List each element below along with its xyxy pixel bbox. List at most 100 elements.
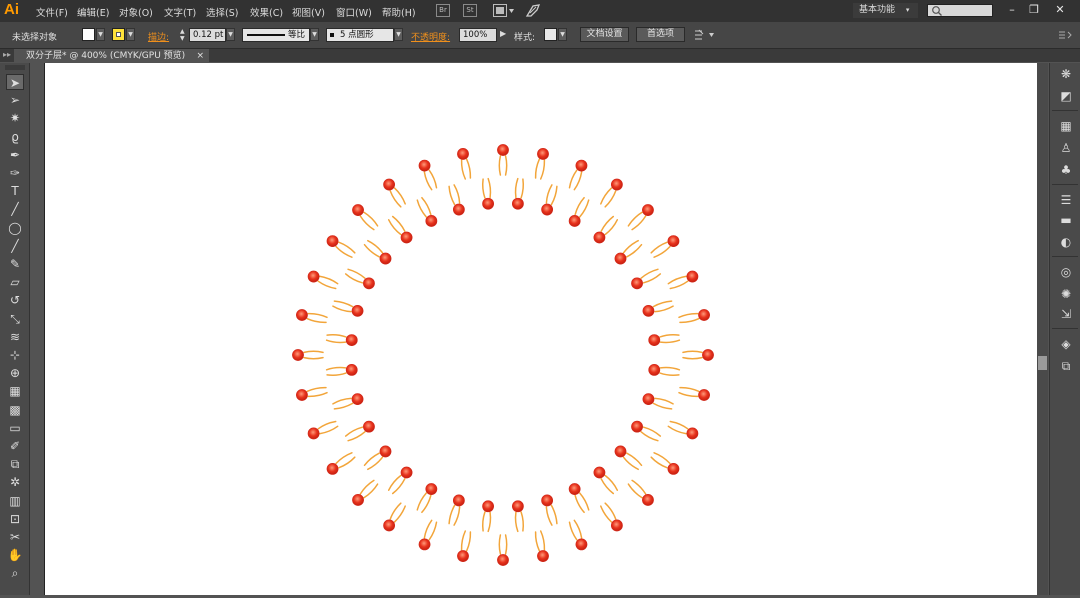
inner-lipid-head[interactable]: [648, 334, 661, 347]
symbol-sprayer-tool-icon[interactable]: ✲: [6, 474, 24, 490]
stroke-weight-field[interactable]: 0.12 pt: [189, 28, 226, 42]
outer-lipid-head[interactable]: [686, 427, 699, 440]
outer-lipid-head[interactable]: [326, 235, 339, 248]
inner-lipid-head[interactable]: [363, 420, 375, 433]
ellipse-tool-icon[interactable]: ◯: [6, 220, 24, 236]
outer-lipid-head[interactable]: [418, 159, 431, 172]
outer-lipid-head[interactable]: [292, 349, 304, 361]
outer-lipid-head[interactable]: [326, 462, 339, 475]
color-guide-icon[interactable]: ❋: [1057, 66, 1075, 82]
outer-lipid-head[interactable]: [610, 178, 623, 191]
close-tab-icon[interactable]: ×: [196, 49, 204, 63]
inner-lipid-head[interactable]: [541, 203, 554, 216]
free-transform-tool-icon[interactable]: ⊹: [6, 347, 24, 363]
menu-file[interactable]: 文件(F): [36, 5, 68, 19]
outer-lipid-head[interactable]: [537, 148, 549, 160]
outer-lipid-head[interactable]: [383, 178, 396, 191]
mesh-tool-icon[interactable]: ▩: [6, 402, 24, 418]
inner-lipid-head[interactable]: [648, 363, 661, 376]
line-tool-icon[interactable]: ╱: [6, 201, 24, 217]
inner-lipid-head[interactable]: [379, 252, 392, 265]
inner-lipid-head[interactable]: [452, 494, 465, 507]
brushes-icon[interactable]: ♙: [1057, 140, 1075, 156]
inner-lipid-head[interactable]: [568, 483, 581, 495]
appearance-icon[interactable]: ◎: [1057, 264, 1075, 280]
gradient-tool-icon[interactable]: ▭: [6, 420, 24, 436]
outer-lipid-head[interactable]: [296, 389, 308, 401]
menu-effect[interactable]: 效果(C): [250, 5, 283, 19]
blend-tool-icon[interactable]: ⧉: [6, 456, 24, 472]
outer-lipid-head[interactable]: [575, 538, 588, 551]
outer-lipid-head[interactable]: [457, 550, 469, 562]
layers-icon[interactable]: ◈: [1057, 336, 1075, 352]
gpu-performance-icon[interactable]: [525, 3, 541, 18]
search-input[interactable]: [927, 4, 993, 17]
zoom-tool-icon[interactable]: ⌕: [6, 565, 24, 581]
inner-lipid-head[interactable]: [631, 420, 643, 433]
inner-lipid-head[interactable]: [642, 393, 655, 406]
tools-grip[interactable]: [5, 65, 25, 70]
inner-lipid-head[interactable]: [541, 494, 554, 507]
outer-lipid-head[interactable]: [307, 270, 320, 283]
outer-lipid-head[interactable]: [383, 519, 396, 532]
brush-definition-field[interactable]: 5 点圆形: [326, 28, 394, 42]
outer-lipid-head[interactable]: [698, 389, 710, 401]
selection-tool-icon[interactable]: ➤: [6, 74, 24, 90]
outer-lipid-head[interactable]: [575, 159, 588, 172]
arrange-documents-icon[interactable]: [493, 4, 515, 17]
document-setup-button[interactable]: 文档设置: [580, 27, 629, 42]
inner-lipid-head[interactable]: [511, 197, 524, 210]
outer-lipid-head[interactable]: [667, 235, 680, 248]
inner-lipid-head[interactable]: [511, 500, 524, 513]
perspective-grid-tool-icon[interactable]: ▦: [6, 383, 24, 399]
inner-lipid-head[interactable]: [642, 304, 655, 317]
hand-tool-icon[interactable]: ✋: [6, 547, 24, 563]
artboards-icon[interactable]: ⧉: [1057, 358, 1075, 374]
brush-dropdown[interactable]: ▼: [394, 28, 403, 41]
outer-lipid-head[interactable]: [418, 538, 431, 551]
inner-lipid-head[interactable]: [400, 231, 413, 244]
minimize-button[interactable]: –: [1002, 2, 1022, 18]
inner-lipid-head[interactable]: [351, 393, 364, 406]
scrollbar-thumb[interactable]: [1038, 356, 1047, 370]
artboard-tool-icon[interactable]: ⊡: [6, 511, 24, 527]
color-icon[interactable]: ◩: [1057, 88, 1075, 104]
outer-lipid-head[interactable]: [307, 427, 320, 440]
lipid-bilayer-artwork[interactable]: [45, 63, 1038, 595]
stroke-label[interactable]: 描边:: [148, 30, 169, 43]
opacity-label[interactable]: 不透明度:: [411, 30, 450, 43]
inner-lipid-head[interactable]: [363, 277, 375, 290]
transparency-icon[interactable]: ◐: [1057, 234, 1075, 250]
inner-lipid-head[interactable]: [568, 215, 581, 227]
stock-icon[interactable]: St: [463, 4, 477, 17]
shape-builder-tool-icon[interactable]: ⊕: [6, 365, 24, 381]
inner-lipid-head[interactable]: [345, 363, 358, 376]
outer-lipid-head[interactable]: [698, 309, 710, 321]
menu-help[interactable]: 帮助(H): [382, 5, 416, 19]
inner-lipid-head[interactable]: [345, 334, 358, 347]
eyedropper-tool-icon[interactable]: ✐: [6, 438, 24, 454]
menu-type[interactable]: 文字(T): [164, 5, 196, 19]
inner-lipid-head[interactable]: [379, 445, 392, 458]
inner-lipid-head[interactable]: [614, 252, 627, 265]
outer-lipid-head[interactable]: [537, 550, 549, 562]
warp-tool-icon[interactable]: ≋: [6, 329, 24, 345]
inner-lipid-head[interactable]: [400, 466, 413, 479]
fill-swatch[interactable]: [82, 28, 95, 41]
column-graph-tool-icon[interactable]: ▥: [6, 493, 24, 509]
outer-lipid-head[interactable]: [702, 349, 714, 361]
menu-edit[interactable]: 编辑(E): [77, 5, 109, 19]
vertical-scrollbar[interactable]: [1037, 63, 1048, 595]
menu-view[interactable]: 视图(V): [292, 5, 325, 19]
stroke-weight-stepper[interactable]: ▲ ▼: [180, 28, 188, 42]
close-window-button[interactable]: ✕: [1050, 2, 1070, 18]
stroke-dropdown[interactable]: ▼: [126, 28, 135, 41]
outer-lipid-head[interactable]: [497, 144, 509, 156]
outer-lipid-head[interactable]: [497, 554, 509, 566]
menu-select[interactable]: 选择(S): [206, 5, 238, 19]
outer-lipid-head[interactable]: [667, 462, 680, 475]
opacity-arrow-icon[interactable]: ▶: [500, 29, 506, 38]
tab-scroll-icon[interactable]: ▸▸: [3, 50, 11, 59]
eraser-tool-icon[interactable]: ▱: [6, 274, 24, 290]
inner-lipid-head[interactable]: [593, 466, 606, 479]
